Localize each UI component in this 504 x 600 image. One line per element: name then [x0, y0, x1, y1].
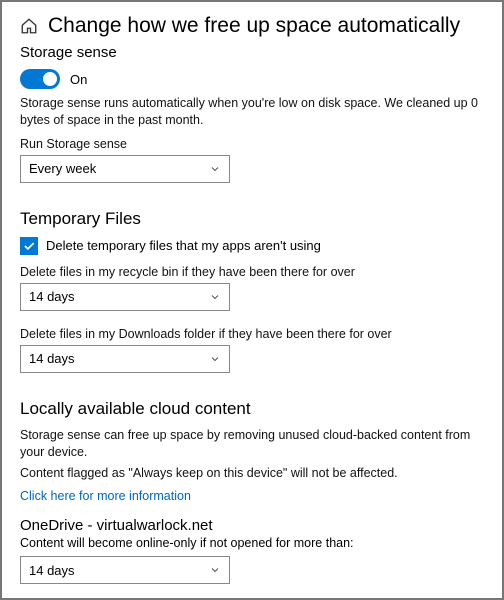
onedrive-select[interactable]: 14 days: [20, 556, 230, 584]
storage-sense-toggle-label: On: [70, 72, 87, 87]
downloads-select[interactable]: 14 days: [20, 345, 230, 373]
chevron-down-icon: [209, 163, 221, 175]
storage-sense-toggle[interactable]: [20, 69, 60, 89]
run-storage-sense-label: Run Storage sense: [20, 137, 484, 151]
onedrive-description: Content will become online-only if not o…: [20, 536, 484, 550]
storage-sense-heading: Storage sense: [20, 44, 484, 61]
recycle-bin-select[interactable]: 14 days: [20, 283, 230, 311]
run-storage-sense-value: Every week: [29, 161, 96, 176]
home-icon[interactable]: [20, 17, 38, 35]
cloud-content-line2: Content flagged as "Always keep on this …: [20, 465, 484, 482]
storage-sense-description: Storage sense runs automatically when yo…: [20, 95, 484, 129]
downloads-label: Delete files in my Downloads folder if t…: [20, 327, 484, 341]
delete-temp-files-label: Delete temporary files that my apps aren…: [46, 238, 321, 253]
run-storage-sense-select[interactable]: Every week: [20, 155, 230, 183]
cloud-content-heading: Locally available cloud content: [20, 399, 484, 419]
recycle-bin-label: Delete files in my recycle bin if they h…: [20, 265, 484, 279]
onedrive-value: 14 days: [29, 563, 75, 578]
recycle-bin-value: 14 days: [29, 289, 75, 304]
chevron-down-icon: [209, 291, 221, 303]
page-title: Change how we free up space automaticall…: [48, 14, 460, 38]
chevron-down-icon: [209, 353, 221, 365]
chevron-down-icon: [209, 564, 221, 576]
more-information-link[interactable]: Click here for more information: [20, 489, 191, 503]
delete-temp-files-checkbox[interactable]: [20, 237, 38, 255]
cloud-content-line1: Storage sense can free up space by remov…: [20, 427, 484, 461]
downloads-value: 14 days: [29, 351, 75, 366]
temporary-files-heading: Temporary Files: [20, 209, 484, 229]
onedrive-title: OneDrive - virtualwarlock.net: [20, 517, 484, 534]
